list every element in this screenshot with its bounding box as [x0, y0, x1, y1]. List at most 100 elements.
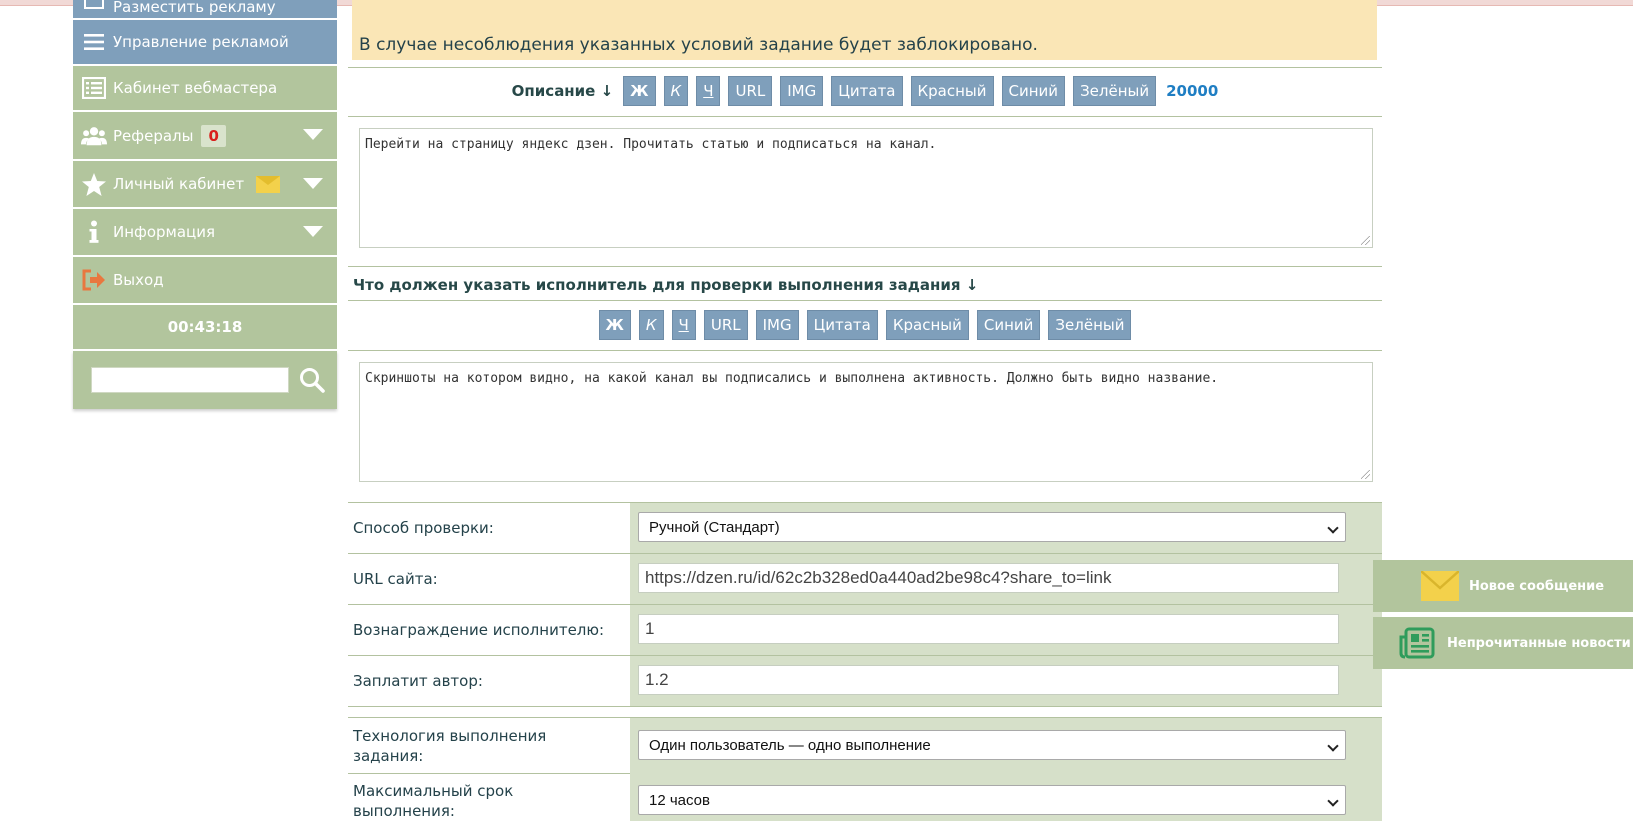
bold-button[interactable]: Ж: [598, 310, 631, 340]
divider: [348, 67, 1382, 68]
sidebar-item-referrals[interactable]: Рефералы 0: [73, 112, 337, 161]
green-color-button[interactable]: Зелёный: [1073, 76, 1157, 106]
technology-select[interactable]: Один пользователь — одно выполнение: [638, 730, 1346, 760]
deadline-label: Максимальный срок выполнения:: [353, 782, 514, 820]
resize-handle[interactable]: [1361, 470, 1370, 479]
sidebar: Разместить рекламу Управление рекламой К…: [73, 0, 337, 409]
divider: [348, 300, 1382, 301]
sidebar-item-label: Информация: [113, 223, 216, 241]
url-input[interactable]: https://dzen.ru/id/62c2b328ed0a440ad2be9…: [638, 563, 1339, 593]
divider: [348, 266, 1382, 267]
red-color-button[interactable]: Красный: [910, 76, 994, 106]
bold-button[interactable]: Ж: [623, 76, 656, 106]
sidebar-item-label: Разместить рекламу: [113, 0, 276, 16]
sidebar-search: [73, 351, 337, 409]
notice-text: В случае несоблюдения указанных условий …: [359, 35, 1038, 55]
form-row-method: Способ проверки: Ручной (Стандарт): [348, 503, 1382, 554]
form-row-deadline: Максимальный срок выполнения: 12 часов: [348, 773, 1382, 821]
sidebar-item-label: Выход: [113, 271, 164, 289]
description-label: Описание ↓: [511, 82, 614, 100]
form-cell: 1: [630, 605, 1382, 655]
form-row-author-pay: Заплатит автор: 1.2: [348, 656, 1382, 707]
newspaper-icon: [1399, 627, 1435, 659]
form-cell: https://dzen.ru/id/62c2b328ed0a440ad2be9…: [630, 554, 1382, 604]
search-input[interactable]: [91, 367, 289, 393]
url-value: https://dzen.ru/id/62c2b328ed0a440ad2be9…: [645, 568, 1112, 587]
search-icon[interactable]: [299, 367, 325, 393]
technology-label: Технология выполнения задания:: [353, 727, 547, 765]
verification-title: Что должен указать исполнитель для прове…: [353, 276, 979, 294]
form-cell: Ручной (Стандарт): [630, 503, 1382, 553]
deadline-select[interactable]: 12 часов: [638, 785, 1346, 815]
character-counter: 20000: [1166, 82, 1219, 100]
description-text: Перейти на страницу яндекс дзен. Прочита…: [365, 137, 937, 152]
sidebar-item-manage-ads[interactable]: Управление рекламой: [73, 20, 337, 66]
italic-button[interactable]: К: [638, 310, 664, 340]
form-row-url: URL сайта: https://dzen.ru/id/62c2b328ed…: [348, 554, 1382, 605]
form-row-technology: Технология выполнения задания: Один поль…: [348, 717, 1382, 774]
underline-button[interactable]: Ч: [671, 310, 696, 340]
verification-textarea[interactable]: Скриншоты на котором видно, на какой кан…: [359, 362, 1373, 482]
green-color-button[interactable]: Зелёный: [1048, 310, 1132, 340]
img-button[interactable]: IMG: [755, 310, 799, 340]
italic-button[interactable]: К: [663, 76, 689, 106]
url-button[interactable]: URL: [703, 310, 748, 340]
sidebar-item-place-ad[interactable]: Разместить рекламу: [73, 0, 337, 20]
method-value: Ручной (Стандарт): [649, 518, 780, 536]
new-message-label: Новое сообщение: [1469, 578, 1605, 594]
referrals-count-badge: 0: [201, 124, 226, 147]
resize-handle[interactable]: [1361, 236, 1370, 245]
underline-button[interactable]: Ч: [696, 76, 721, 106]
unread-news-label: Непрочитанные новости: [1447, 635, 1631, 651]
users-icon: [81, 123, 107, 149]
chevron-down-icon: [1327, 795, 1339, 807]
chevron-down-icon[interactable]: [303, 226, 323, 237]
form-cell: 1.2: [630, 656, 1382, 706]
chevron-down-icon[interactable]: [303, 178, 323, 189]
chevron-down-icon: [1327, 522, 1339, 534]
quote-button[interactable]: Цитата: [831, 76, 903, 106]
logout-icon: [81, 267, 107, 293]
reward-label: Вознаграждение исполнителю:: [353, 621, 605, 639]
reward-input[interactable]: 1: [638, 614, 1339, 644]
url-label: URL сайта:: [353, 570, 438, 588]
form-cell: Один пользователь — одно выполнение: [630, 718, 1382, 773]
envelope-icon: [1420, 570, 1460, 601]
chevron-down-icon: [1327, 740, 1339, 752]
chevron-down-icon[interactable]: [303, 129, 323, 140]
form-row-reward: Вознаграждение исполнителю: 1: [348, 605, 1382, 656]
list-icon: [81, 75, 107, 101]
author-pay-input[interactable]: 1.2: [638, 665, 1339, 695]
sidebar-item-label: Личный кабинет: [113, 175, 245, 193]
verification-text: Скриншоты на котором видно, на какой кан…: [365, 371, 1219, 386]
warning-notice: В случае несоблюдения указанных условий …: [352, 0, 1377, 60]
img-button[interactable]: IMG: [780, 76, 824, 106]
form-cell: 12 часов: [630, 773, 1382, 821]
new-message-button[interactable]: Новое сообщение: [1373, 560, 1633, 612]
method-select[interactable]: Ручной (Стандарт): [638, 512, 1346, 542]
author-pay-value: 1.2: [645, 670, 669, 689]
deadline-value: 12 часов: [649, 791, 710, 809]
description-toolbar: Описание ↓ Ж К Ч URL IMG Цитата Красный …: [348, 76, 1382, 106]
envelope-icon[interactable]: [256, 175, 281, 193]
sidebar-item-logout[interactable]: Выход: [73, 257, 337, 305]
folder-icon: [81, 0, 107, 16]
quote-button[interactable]: Цитата: [806, 310, 878, 340]
author-pay-label: Заплатит автор:: [353, 672, 483, 690]
method-label: Способ проверки:: [353, 519, 494, 537]
sidebar-item-personal-cabinet[interactable]: Личный кабинет: [73, 161, 337, 209]
description-textarea[interactable]: Перейти на страницу яндекс дзен. Прочита…: [359, 128, 1373, 248]
sidebar-item-label: Управление рекламой: [113, 33, 289, 51]
url-button[interactable]: URL: [728, 76, 773, 106]
sidebar-item-webmaster[interactable]: Кабинет вебмастера: [73, 66, 337, 112]
info-icon: [81, 219, 107, 245]
unread-news-button[interactable]: Непрочитанные новости: [1373, 617, 1633, 669]
star-icon: [81, 171, 107, 197]
blue-color-button[interactable]: Синий: [1001, 76, 1066, 106]
technology-value: Один пользователь — одно выполнение: [649, 736, 931, 754]
verification-toolbar: Ж К Ч URL IMG Цитата Красный Синий Зелён…: [348, 310, 1382, 340]
blue-color-button[interactable]: Синий: [976, 310, 1041, 340]
sidebar-item-information[interactable]: Информация: [73, 209, 337, 257]
red-color-button[interactable]: Красный: [885, 310, 969, 340]
session-timer: 00:43:18: [73, 305, 337, 351]
